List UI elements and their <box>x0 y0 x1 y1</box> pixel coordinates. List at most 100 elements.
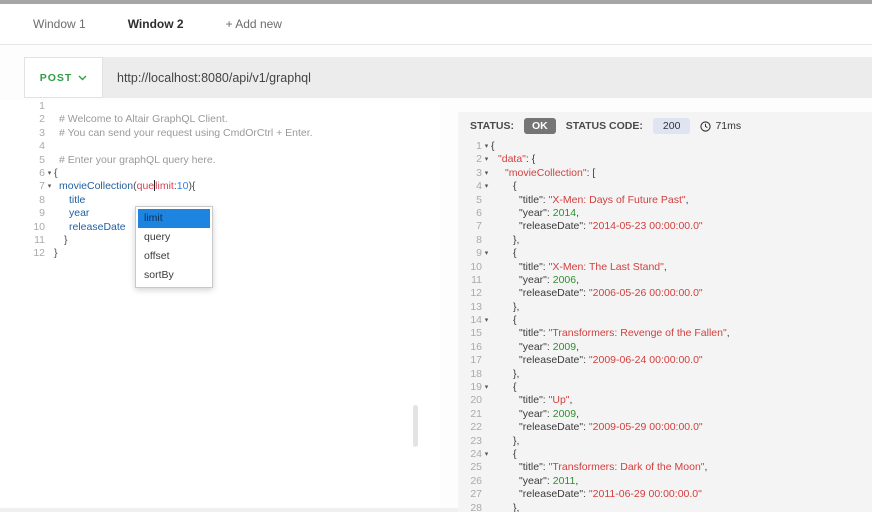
line-number: 25 <box>458 461 482 474</box>
fold-arrow-icon[interactable]: ▾ <box>45 167 54 180</box>
code-line: 10releaseDate <box>0 221 440 234</box>
response-time-value: 71ms <box>715 120 741 132</box>
bottom-edge <box>0 508 458 512</box>
code-line: 18}, <box>458 368 872 381</box>
tab-window-1[interactable]: Window 1 <box>33 17 86 31</box>
line-number: 4 <box>458 180 482 193</box>
line-number: 21 <box>458 408 482 421</box>
line-number: 23 <box>458 435 482 448</box>
autocomplete-popup: limitqueryoffsetsortBy <box>135 206 213 288</box>
code-line: 3# You can send your request using CmdOr… <box>0 127 440 140</box>
code-line: 23}, <box>458 435 872 448</box>
code-text: # Enter your graphQL query here. <box>54 154 440 167</box>
code-line: 11"year": 2006, <box>458 274 872 287</box>
editor-scrollbar-thumb[interactable] <box>413 405 418 447</box>
code-line: 12 "releaseDate": "2006-05-26 00:00:00.0" <box>458 287 872 300</box>
autocomplete-item-sortBy[interactable]: sortBy <box>138 266 210 285</box>
fold-arrow-icon[interactable]: ▾ <box>482 140 491 153</box>
code-line: 24▾{ <box>458 448 872 461</box>
code-text: { <box>491 180 872 193</box>
line-number: 20 <box>458 394 482 407</box>
code-text: "title": "Transformers: Revenge of the F… <box>491 327 872 340</box>
code-text: "year": 2009, <box>491 341 872 354</box>
code-line: 20"title": "Up", <box>458 394 872 407</box>
code-line: 6▾{ <box>0 167 440 180</box>
fold-arrow-icon[interactable]: ▾ <box>482 180 491 193</box>
line-number: 3 <box>0 127 45 140</box>
code-line: 1 <box>0 100 440 113</box>
code-text: }, <box>491 301 872 314</box>
code-line: 16"year": 2009, <box>458 341 872 354</box>
code-text: year <box>54 207 440 220</box>
code-line: 1▾{ <box>458 140 872 153</box>
line-number: 17 <box>458 354 482 367</box>
autocomplete-item-limit[interactable]: limit <box>138 209 210 228</box>
code-line: 8}, <box>458 234 872 247</box>
autocomplete-item-offset[interactable]: offset <box>138 247 210 266</box>
add-new-tab-button[interactable]: + Add new <box>226 17 282 31</box>
code-text: "releaseDate": "2009-06-24 00:00:00.0" <box>491 354 872 367</box>
line-number: 4 <box>0 140 45 153</box>
code-text: { <box>491 140 872 153</box>
code-line: 17 "releaseDate": "2009-06-24 00:00:00.0" <box>458 354 872 367</box>
url-input[interactable]: http://localhost:8080/api/v1/graphql <box>103 57 872 98</box>
code-line: 15"title": "Transformers: Revenge of the… <box>458 327 872 340</box>
code-line: 27"releaseDate": "2011-06-29 00:00:00.0" <box>458 488 872 501</box>
autocomplete-item-query[interactable]: query <box>138 228 210 247</box>
query-editor[interactable]: 12# Welcome to Altair GraphQL Client.3# … <box>0 100 440 512</box>
code-line: 3▾"movieCollection": [ <box>458 167 872 180</box>
fold-arrow-icon[interactable]: ▾ <box>45 180 54 193</box>
fold-arrow-icon[interactable]: ▾ <box>482 448 491 461</box>
code-text: }, <box>491 234 872 247</box>
line-number: 18 <box>458 368 482 381</box>
fold-arrow-icon[interactable]: ▾ <box>482 314 491 327</box>
status-label: STATUS: <box>470 120 514 132</box>
fold-arrow-icon[interactable]: ▾ <box>482 247 491 260</box>
response-body-viewer: 1▾{2▾"data": {3▾"movieCollection": [4▾{5… <box>458 140 872 512</box>
code-text: }, <box>491 368 872 381</box>
code-text: { <box>491 448 872 461</box>
code-line: 7 "releaseDate": "2014-05-23 00:00:00.0" <box>458 220 872 233</box>
code-text: "data": { <box>491 153 872 166</box>
response-status-bar: STATUS: OK STATUS CODE: 200 71ms <box>458 112 872 140</box>
code-line: 9▾{ <box>458 247 872 260</box>
code-line: 21"year": 2009, <box>458 408 872 421</box>
line-number: 1 <box>458 140 482 153</box>
window-tab-bar: Window 1 Window 2 + Add new <box>0 4 872 45</box>
code-text: "title": "X-Men: The Last Stand", <box>491 261 872 274</box>
code-text: { <box>491 381 872 394</box>
line-number: 9 <box>458 247 482 260</box>
code-text: "releaseDate": "2014-05-23 00:00:00.0" <box>491 220 872 233</box>
code-line: 5# Enter your graphQL query here. <box>0 154 440 167</box>
code-line: 2▾"data": { <box>458 153 872 166</box>
code-text: } <box>54 247 440 260</box>
line-number: 7 <box>458 220 482 233</box>
line-number: 6 <box>0 167 45 180</box>
code-text: "releaseDate": "2009-05-29 00:00:00.0" <box>491 421 872 434</box>
code-text: # Welcome to Altair GraphQL Client. <box>54 113 440 126</box>
fold-arrow-icon[interactable]: ▾ <box>482 153 491 166</box>
line-number: 1 <box>0 100 45 113</box>
code-line: 19▾{ <box>458 381 872 394</box>
code-text: { <box>54 167 440 180</box>
code-text: "releaseDate": "2006-05-26 00:00:00.0" <box>491 287 872 300</box>
code-text: title <box>54 194 440 207</box>
http-method-dropdown[interactable]: POST <box>24 57 103 98</box>
fold-arrow-icon[interactable]: ▾ <box>482 381 491 394</box>
code-line: 4▾{ <box>458 180 872 193</box>
fold-arrow-icon[interactable]: ▾ <box>482 167 491 180</box>
code-line: 25 "title": "Transformers: Dark of the Mo… <box>458 461 872 474</box>
code-text: movieCollection(quelimit:10){ <box>54 180 440 193</box>
tab-window-2[interactable]: Window 2 <box>128 17 184 31</box>
response-panel: STATUS: OK STATUS CODE: 200 71ms 1▾{2▾"d… <box>458 112 872 512</box>
line-number: 5 <box>458 194 482 207</box>
line-number: 9 <box>0 207 45 220</box>
line-number: 22 <box>458 421 482 434</box>
code-line: 7▾movieCollection(quelimit:10){ <box>0 180 440 193</box>
line-number: 24 <box>458 448 482 461</box>
code-text: "title": "Transformers: Dark of the Moon… <box>491 461 872 474</box>
code-text: "year": 2014, <box>491 207 872 220</box>
line-number: 12 <box>458 287 482 300</box>
code-text: }, <box>491 502 872 512</box>
line-number: 8 <box>458 234 482 247</box>
